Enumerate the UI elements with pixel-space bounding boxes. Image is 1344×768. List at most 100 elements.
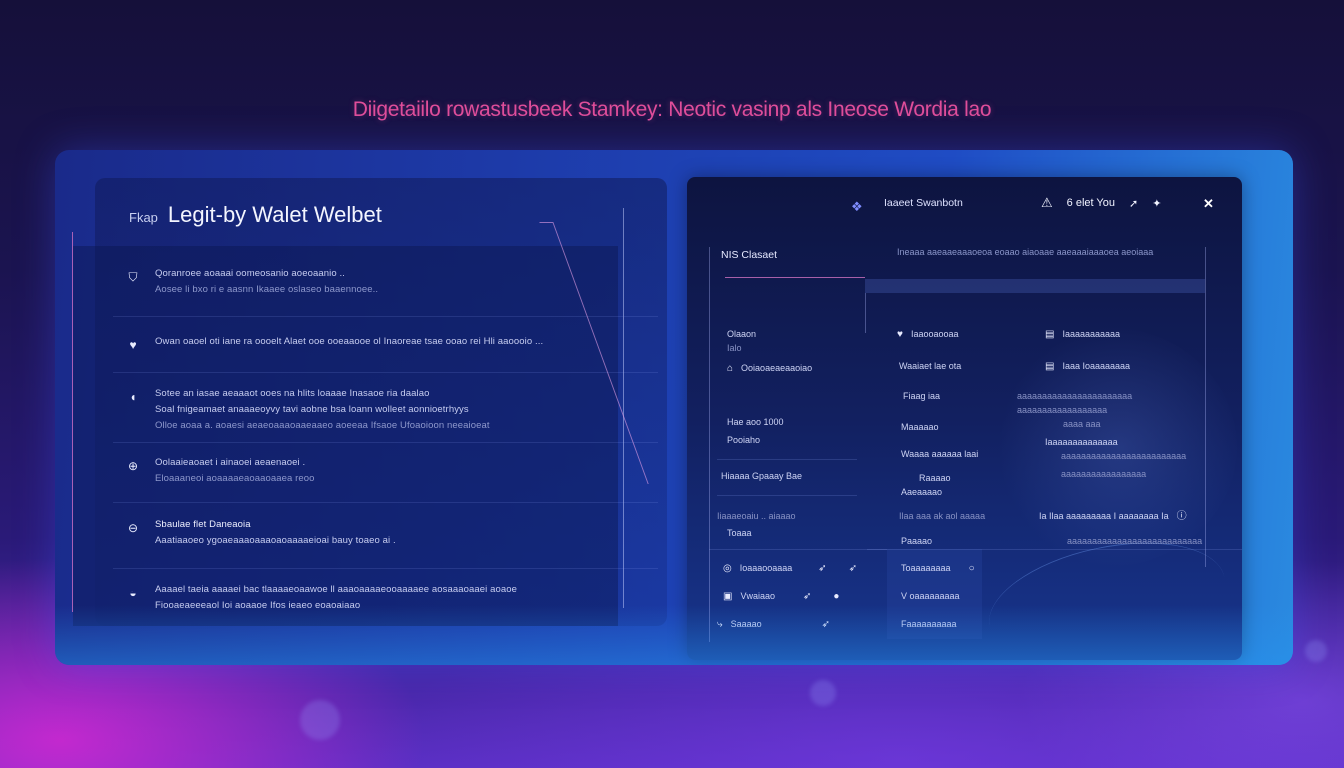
feature-item[interactable]: ♥ Owan oaoel oti iane ra oooelt Alaet oo… [125,336,543,352]
feature-text: Qoranroee aoaaai oomeosanio aoeoaanio .. [155,268,345,279]
cell-text: Saaaao [730,619,762,629]
wallet-showcase: Fkap Legit-by Walet Welbet ⛉ Qoranroee a… [55,150,1293,665]
close-icon[interactable]: ✕ [1203,196,1214,212]
row-divider [113,316,658,317]
feature-text: Aaatiaaoeo ygoaeaaaoaaaoaoaaaaeioai bauy… [155,535,396,546]
feature-text: Fiooaeaeeeaol Ioi aoaaoe Ifos ieaeo eoao… [155,600,361,611]
link-icon: ⊖ [127,521,139,535]
table-cell[interactable]: Maaaaao [901,420,939,434]
table-cell[interactable]: Paaaao [901,534,932,548]
table-cell[interactable]: Raaaao [919,471,951,485]
table-cell[interactable]: Hae aoo 1000 [727,415,784,429]
header-bar [865,279,1205,293]
table-cell[interactable]: ◎ Ioaaaooaaaa ➶ ➶ [723,561,865,576]
feature-item[interactable]: ⛉ Qoranroee aoaaai oomeosanio aoeoaanio … [125,268,378,295]
divider [623,208,624,608]
table-cell[interactable]: ▤ Iaaaaaaaaaaa [1045,327,1120,342]
row-divider [113,442,658,443]
cell-text: Iaaa Ioaaaaaaaa [1062,361,1131,371]
table-cell: aaaa aaa [1063,419,1101,429]
accent-line [72,232,73,612]
radio-icon: ○ [968,563,975,574]
send-icon: ➶ [802,591,812,602]
bokeh-light [1305,640,1327,662]
table-cell[interactable]: Iiaaaeoaiu .. aiaaao [717,509,796,523]
feature-item[interactable]: ◒ Aaaael taeia aaaaei bac tlaaaaeoaawoe … [125,584,517,611]
card-icon: ▣ [723,591,733,602]
cell-text: Ia Ilaa aaaaaaaaa I aaaaaaaa Ia [1039,511,1169,521]
cell-text: Toaaaaaaaa [901,563,951,573]
brand-name: Iaaeet Swanbotn [884,197,963,209]
table-cell[interactable]: ⌂ Ooiaoaeaeaaoiao [727,361,812,376]
table-cell: aaaaaaaaaaaaaaaaaaaaaaaaa [1061,451,1187,461]
table-cell: aaaaaaaaaaaaaaaaaa [1017,405,1108,415]
row-divider [717,495,857,496]
headline: Diigetaiilo rowastusbeek Stamkey: Neotic… [352,98,992,121]
table-cell[interactable]: Ia Ilaa aaaaaaaaa I aaaaaaaa Ia ⓘ [1039,509,1195,524]
table-cell[interactable]: ▣ Vwaiaao ➶ ● [723,589,847,604]
table-cell[interactable]: Fiaag iaa [903,389,940,403]
feature-text: Aaaael taeia aaaaei bac tlaaaaeoaawoe ll… [155,584,518,595]
doc-icon: ▤ [1045,329,1055,340]
clipboard-icon: ⌂ [727,363,734,374]
table-cell[interactable]: Waaaa aaaaaa laai [901,447,978,461]
bokeh-light [810,680,836,706]
table-cell[interactable]: Faaaaaaaaaa [901,617,957,631]
info-icon: ⓘ [1176,511,1187,522]
divider [1205,247,1206,567]
send-icon: ➶ [821,619,831,630]
table-cell[interactable]: ▤ Iaaa Ioaaaaaaaa [1045,359,1130,374]
lock-icon: ◖ [129,390,137,404]
send-icon: ➶ [818,563,827,574]
cell-text: Iaaooaooaa [910,329,959,339]
table-cell[interactable]: Toaaa [727,526,752,540]
table-cell[interactable]: Pooiaho [727,433,760,447]
table-cell[interactable]: Ilaa aaa ak aol aaaaa [899,509,985,523]
table-cell[interactable]: ♥ Iaaooaooaa [897,327,959,342]
user-label: 6 elet You [1066,197,1115,209]
table-cell: Ialo [727,343,742,353]
cell-text: Ooiaoaeaeaaoiao [741,363,813,373]
cell-text: Vwaiaao [740,591,775,601]
feature-item[interactable]: ⊕ Oolaaieaoaet i ainaoei aeaenaoei . Elo… [125,457,315,484]
divider [865,293,866,333]
table-cell: aaaaaaaaaaaaaaaaaaaaaaaaaaa [1067,536,1203,546]
logo-icon: ❖ [851,199,863,214]
feature-item[interactable]: ⊖ Sbaulae flet Daneaoia Aaatiaaoeo ygoae… [125,519,396,546]
table-cell[interactable]: V oaaaaaaaaa [901,589,960,603]
feature-text: Aosee li bxo ri e aasnn Ikaaee oslaseo b… [155,284,379,295]
coin-icon: ◒ [129,586,137,600]
arrow-icon: ⤷ [717,619,723,630]
table-cell[interactable]: ⤷ Saaaao ➶ [717,617,838,632]
panel-header: Fkap Legit-by Walet Welbet [129,202,382,228]
feature-text: Soal fnigeamaet anaaaeoyvy tavi aobne bs… [155,404,469,415]
cell-text: Iaaaaaaaaaaa [1062,329,1121,339]
feature-text: Olloe aoaa a. aoaesi aeaeoaaaoaaeaaeo ao… [155,420,490,431]
heart-icon: ♥ [897,329,903,340]
table-cell[interactable]: Waaiaet lae ota [899,359,961,373]
table-cell[interactable]: Hiaaaa Gpaaay Bae [721,469,802,483]
panel-tag: Fkap [129,210,158,225]
user-menu[interactable]: ⚠ 6 elet You ➚ ✦ [1041,195,1161,211]
table-cell[interactable]: Toaaaaaaaa ○ [901,561,983,576]
bokeh-light [300,700,340,740]
settings-icon[interactable]: ✦ [1152,197,1161,210]
table-cell[interactable]: Aaeaaaao [901,485,942,499]
section-title: NIS Clasaet [721,249,778,261]
feature-item[interactable]: ◖ Sotee an iasae aeaaaot ooes na hlits l… [125,388,490,431]
tab-underline [725,277,865,278]
divider [709,247,710,642]
row-divider [113,568,658,569]
feature-text: Sotee an iasae aeaaaot ooes na hlits loa… [155,388,430,399]
feature-text: Sbaulae flet Daneaoia [155,519,251,530]
table-cell[interactable]: Iaaaaaaaaaaaaaa [1045,435,1118,449]
section-subtitle: Ineaaa aaeaaeaaaoeoa eoaao aiaoaae aaeaa… [897,247,1154,257]
row-divider [709,549,887,550]
send-icon: ➶ [848,563,858,574]
dashboard-header: ❖ Iaaeet Swanbotn ⚠ 6 elet You ➚ ✦ ✕ [687,195,1242,221]
send-icon[interactable]: ➚ [1129,197,1138,210]
row-divider [113,372,658,373]
feature-text: Owan oaoel oti iane ra oooelt Alaet ooe … [155,336,544,347]
table-cell[interactable]: Olaaon [727,327,756,341]
coin-icon: ● [833,591,840,602]
